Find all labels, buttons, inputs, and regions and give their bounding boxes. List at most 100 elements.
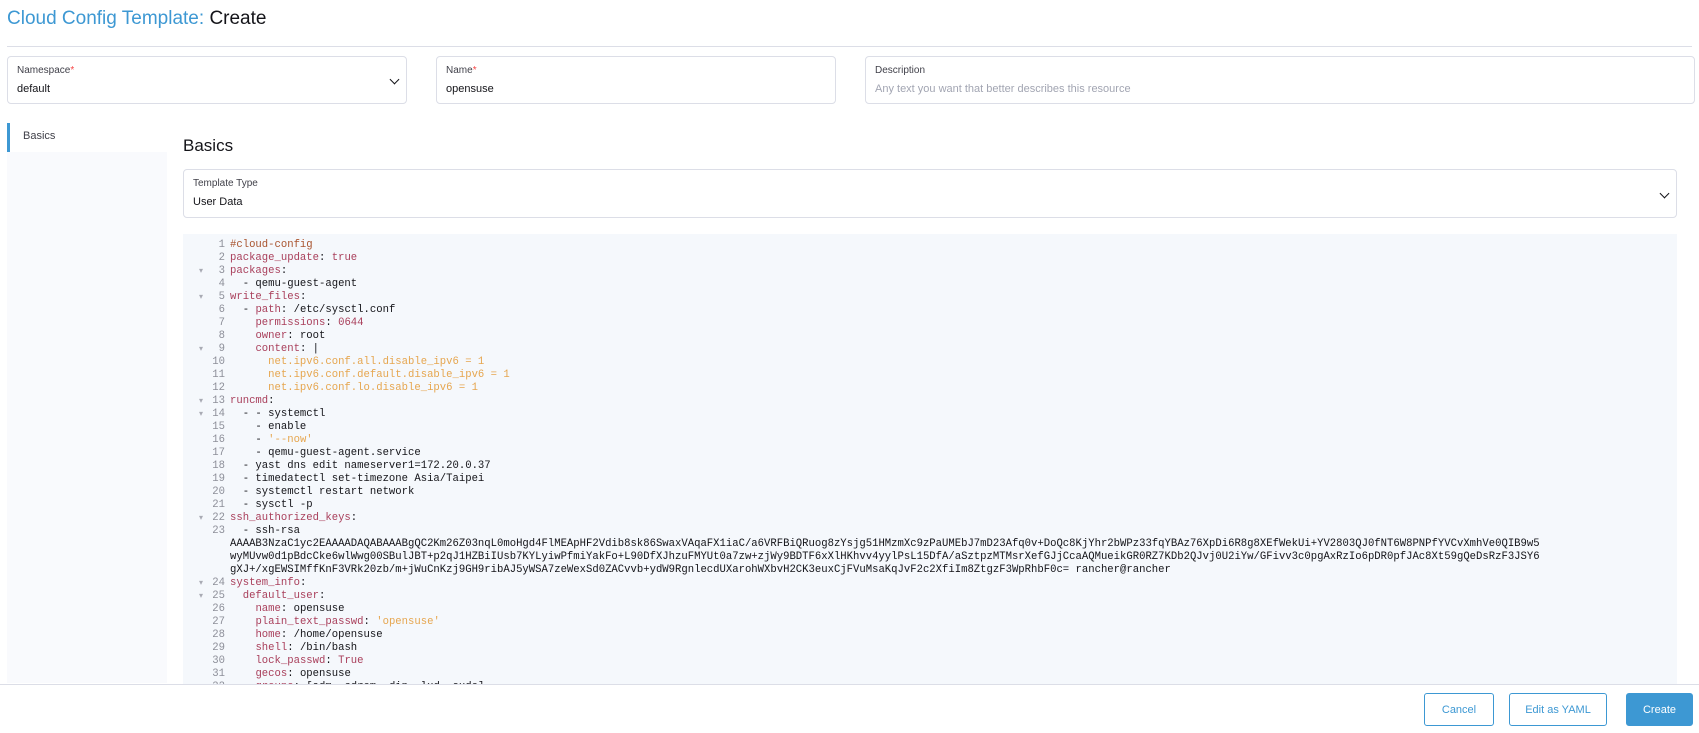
tab-basics[interactable]: Basics: [7, 123, 167, 152]
side-tabs-panel: [7, 123, 167, 683]
template-type-value: User Data: [193, 196, 243, 208]
line-number: 31: [212, 668, 225, 680]
line-number: 10: [212, 356, 225, 368]
fold-toggle-icon[interactable]: ▾: [199, 590, 203, 603]
code-line: 19 - timedatectl set-timezone Asia/Taipe…: [183, 473, 1677, 486]
code-line: 7 permissions: 0644: [183, 317, 1677, 330]
description-field[interactable]: Description Any text you want that bette…: [865, 56, 1695, 104]
fold-toggle-icon[interactable]: ▾: [199, 577, 203, 590]
template-type-select[interactable]: Template Type User Data: [183, 169, 1677, 218]
code-line: 2 package_update: true: [183, 252, 1677, 265]
code-text: - ssh-rsa: [230, 525, 300, 537]
line-number: 29: [212, 642, 225, 654]
line-number: 20: [212, 486, 225, 498]
section-title: Basics: [183, 136, 234, 155]
tab-basics-label: Basics: [23, 130, 56, 142]
line-number: 23: [212, 525, 225, 537]
code-line: 24 ▾ system_info:: [183, 577, 1677, 590]
code-line: wyMUvw0d1pBdcCke6wlWwg00SBulJBT+p2qJ1HZB…: [183, 551, 1677, 564]
code-text: owner: root: [255, 330, 326, 342]
code-line: 11 net.ipv6.conf.default.disable_ipv6 = …: [183, 369, 1677, 382]
page-action: Create: [209, 8, 267, 29]
template-type-label: Template Type: [193, 178, 258, 189]
code-text: - qemu-guest-agent: [230, 278, 358, 290]
code-text: ssh_authorized_keys:: [230, 512, 358, 524]
fold-toggle-icon[interactable]: ▾: [199, 343, 203, 356]
code-text: - enable: [230, 421, 307, 433]
code-text: AAAAB3NzaC1yc2EAAAADAQABAAABgQC2Km26Z03n…: [230, 538, 1540, 550]
line-number: 24: [212, 577, 225, 589]
create-button[interactable]: Create: [1626, 693, 1693, 726]
code-line: 22 ▾ ssh_authorized_keys:: [183, 512, 1677, 525]
code-line: 26 name: opensuse: [183, 603, 1677, 616]
code-text: net.ipv6.conf.default.disable_ipv6 = 1: [230, 369, 510, 381]
code-line: 21 - sysctl -p: [183, 499, 1677, 512]
line-number: 30: [212, 655, 225, 667]
code-line: 18 - yast dns edit nameserver1=172.20.0.…: [183, 460, 1677, 473]
code-line: 1 #cloud-config: [183, 239, 1677, 252]
code-text: name: opensuse: [255, 603, 345, 615]
code-line: 3 ▾ packages:: [183, 265, 1677, 278]
code-text: gXJ+/xgEWSIMffKnF3VRk20zb/m+jWuCnKzj9GH9…: [230, 564, 1171, 576]
code-line: 31 gecos: opensuse: [183, 668, 1677, 681]
chevron-down-icon: [389, 74, 400, 85]
name-label: Name*: [446, 65, 477, 76]
code-text: - timedatectl set-timezone Asia/Taipei: [230, 473, 485, 485]
code-line: 4 - qemu-guest-agent: [183, 278, 1677, 291]
code-line: 13 ▾ runcmd:: [183, 395, 1677, 408]
code-text: system_info:: [230, 577, 307, 589]
line-number: 26: [212, 603, 225, 615]
code-text: write_files:: [230, 291, 307, 303]
line-number: 4: [218, 278, 225, 290]
code-text: packages:: [230, 265, 288, 277]
code-text: - '--now': [230, 434, 313, 446]
code-text: #cloud-config: [230, 239, 313, 251]
line-number: 5: [218, 291, 225, 303]
cancel-button[interactable]: Cancel: [1424, 693, 1494, 726]
fold-toggle-icon[interactable]: ▾: [199, 408, 203, 421]
code-line: 20 - systemctl restart network: [183, 486, 1677, 499]
code-text: shell: /bin/bash: [255, 642, 358, 654]
fold-toggle-icon[interactable]: ▾: [199, 395, 203, 408]
line-number: 18: [212, 460, 225, 472]
code-line: 23 - ssh-rsa: [183, 525, 1677, 538]
code-text: net.ipv6.conf.all.disable_ipv6 = 1: [230, 356, 485, 368]
code-line: 8 owner: root: [183, 330, 1677, 343]
description-placeholder: Any text you want that better describes …: [875, 83, 1131, 95]
name-field[interactable]: Name* opensuse: [436, 56, 836, 104]
code-line: 9 ▾ content: |: [183, 343, 1677, 356]
namespace-value: default: [17, 83, 51, 95]
fold-toggle-icon[interactable]: ▾: [199, 512, 203, 525]
code-line: 27 plain_text_passwd: 'opensuse': [183, 616, 1677, 629]
line-number: 14: [212, 408, 225, 420]
line-number: 22: [212, 512, 225, 524]
yaml-code-editor[interactable]: 1 #cloud-config 2 package_update: true 3 ▾ pac…: [183, 234, 1677, 684]
line-number: 9: [218, 343, 225, 355]
fold-toggle-icon[interactable]: ▾: [199, 291, 203, 304]
fold-toggle-icon[interactable]: ▾: [199, 265, 203, 278]
resource-type-link[interactable]: Cloud Config Template:: [7, 8, 204, 29]
code-text: - yast dns edit nameserver1=172.20.0.37: [230, 460, 491, 472]
line-number: 16: [212, 434, 225, 446]
code-line: 14 ▾ - - systemctl: [183, 408, 1677, 421]
code-line: 10 net.ipv6.conf.all.disable_ipv6 = 1: [183, 356, 1677, 369]
code-text: - qemu-guest-agent.service: [230, 447, 421, 459]
namespace-select[interactable]: Namespace* default: [7, 56, 407, 104]
code-line: 6 - path: /etc/sysctl.conf: [183, 304, 1677, 317]
name-value: opensuse: [446, 83, 494, 95]
line-number: 6: [218, 304, 225, 316]
line-number: 27: [212, 616, 225, 628]
line-number: 11: [212, 369, 225, 381]
namespace-label: Namespace*: [17, 65, 75, 76]
edit-as-yaml-button[interactable]: Edit as YAML: [1509, 693, 1607, 726]
code-text: lock_passwd: True: [255, 655, 364, 667]
code-text: package_update: true: [230, 252, 358, 264]
line-number: 7: [218, 317, 225, 329]
line-number: 25: [212, 590, 225, 602]
line-number: 13: [212, 395, 225, 407]
description-label: Description: [875, 65, 926, 76]
line-number: 19: [212, 473, 225, 485]
line-number: 28: [212, 629, 225, 641]
code-line: 17 - qemu-guest-agent.service: [183, 447, 1677, 460]
code-text: - sysctl -p: [230, 499, 313, 511]
